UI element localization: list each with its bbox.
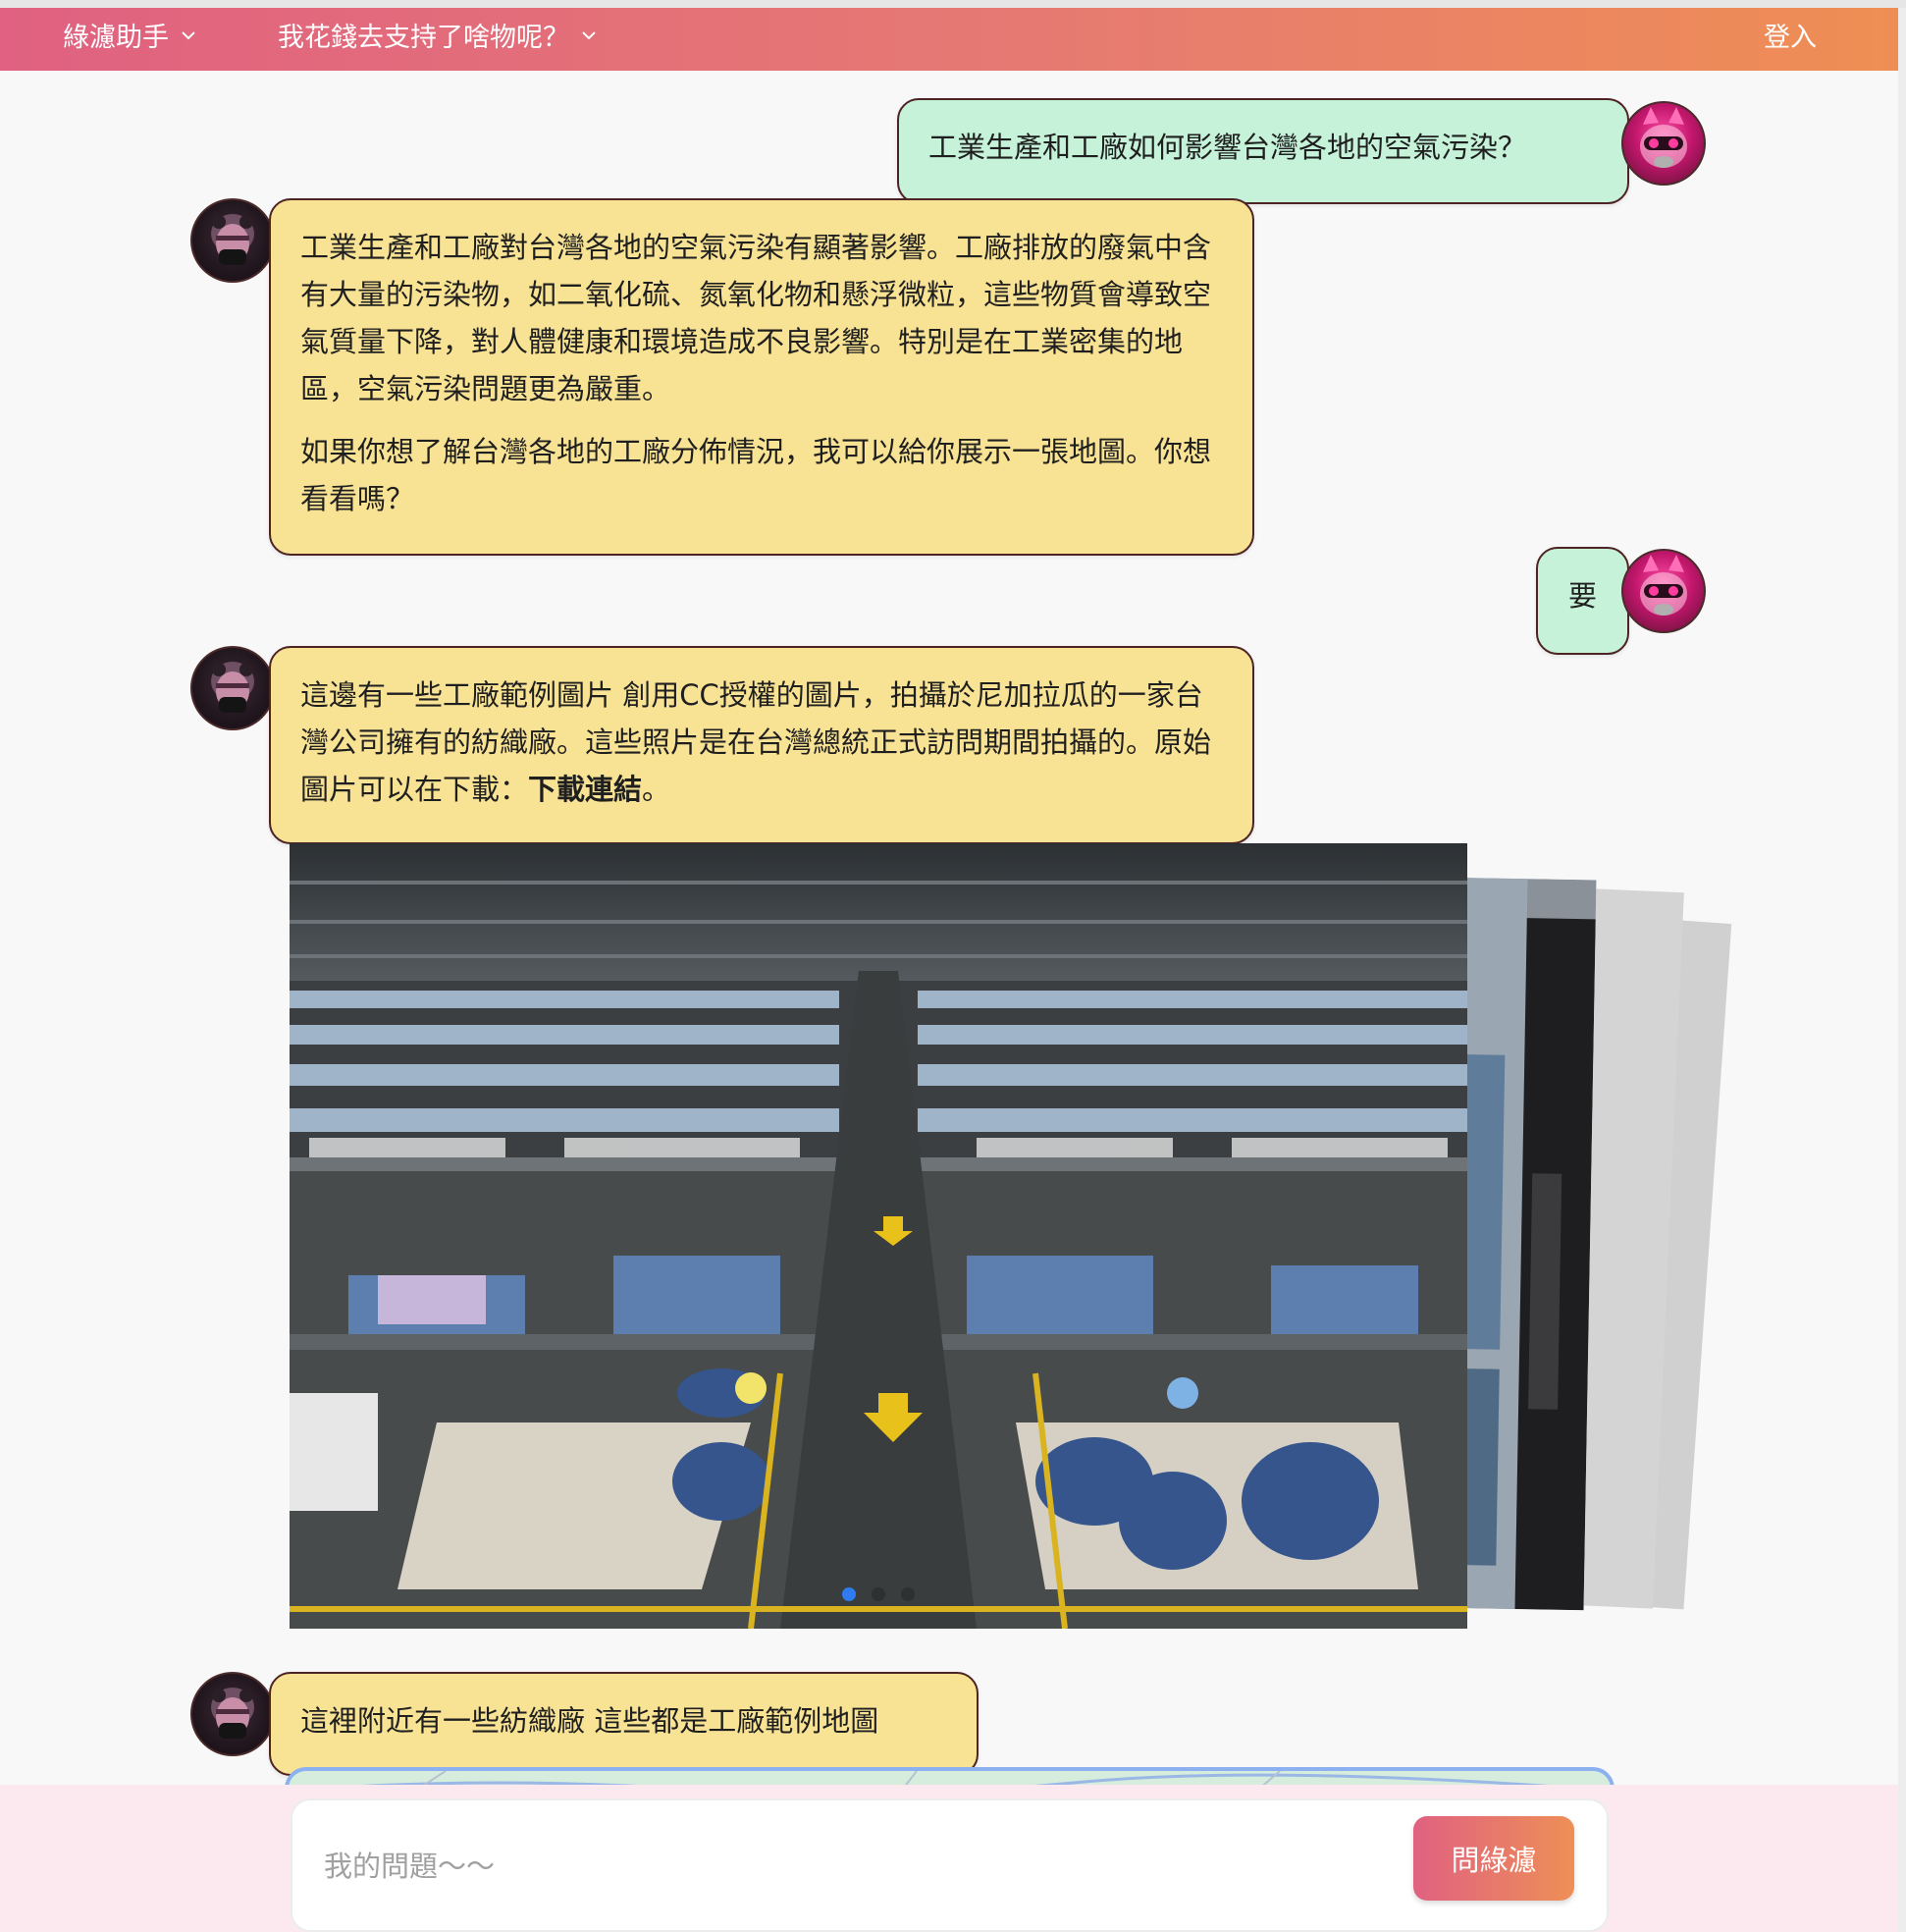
- carousel-dot[interactable]: [901, 1587, 915, 1601]
- window-top-border: [0, 0, 1906, 8]
- user-message-text: 要: [1567, 579, 1597, 613]
- question-input[interactable]: [322, 1838, 1376, 1895]
- login-link[interactable]: 登入: [1764, 16, 1817, 54]
- support-menu[interactable]: 我花錢去支持了啥物呢？: [278, 16, 597, 54]
- ask-button[interactable]: 問綠濾: [1413, 1816, 1574, 1901]
- carousel-pagination: [290, 1587, 1467, 1601]
- bot-message-paragraph: 工業生產和工廠對台灣各地的空氣污染有顯著影響。工廠排放的廢氣中含有大量的污染物，…: [300, 231, 1212, 405]
- bot-avatar: [190, 198, 275, 283]
- bot-message-paragraph: 如果你想了解台灣各地的工廠分佈情況，我可以給你展示一張地圖。你想看看嗎？: [300, 435, 1212, 515]
- bot-message-text: 這裡附近有一些紡織廠 這些都是工廠範例地圖: [300, 1704, 879, 1738]
- bot-message: 這邊有一些工廠範例圖片 創用CC授權的圖片，拍攝於尼加拉瓜的一家台灣公司擁有的紡…: [269, 646, 1254, 844]
- assistant-menu-label: 綠濾助手: [63, 23, 169, 53]
- carousel-dot[interactable]: [872, 1587, 885, 1601]
- user-message-text: 工業生產和工廠如何影響台灣各地的空氣污染？: [928, 131, 1527, 164]
- bot-message: 工業生產和工廠對台灣各地的空氣污染有顯著影響。工廠排放的廢氣中含有大量的污染物，…: [269, 198, 1254, 556]
- carousel-image[interactable]: [290, 843, 1467, 1629]
- assistant-menu[interactable]: 綠濾助手: [63, 16, 196, 54]
- user-avatar: [1621, 101, 1706, 186]
- bot-avatar: [190, 646, 275, 730]
- carousel-dot[interactable]: [842, 1587, 856, 1601]
- bot-message-paragraph: 這邊有一些工廠範例圖片 創用CC授權的圖片，拍攝於尼加拉瓜的一家台灣公司擁有的紡…: [300, 671, 1223, 813]
- download-link[interactable]: 下載連結: [528, 773, 642, 806]
- bot-message: 這裡附近有一些紡織廠 這些都是工廠範例地圖: [269, 1672, 979, 1776]
- composer-box: [291, 1798, 1609, 1932]
- user-avatar: [1621, 549, 1706, 633]
- bot-message-text: 這邊有一些工廠範例圖片 創用CC授權的圖片，拍攝於尼加拉瓜的一家台灣公司擁有的紡…: [300, 678, 1212, 806]
- chevron-down-icon: [581, 30, 597, 40]
- user-message: 要: [1536, 547, 1629, 655]
- chevron-down-icon: [181, 30, 196, 40]
- bot-avatar: [190, 1672, 275, 1756]
- user-message: 工業生產和工廠如何影響台灣各地的空氣污染？: [897, 98, 1629, 204]
- page-scrollbar[interactable]: [1898, 8, 1906, 1932]
- bot-message-text-end: 。: [642, 773, 671, 806]
- support-menu-label: 我花錢去支持了啥物呢？: [278, 23, 569, 53]
